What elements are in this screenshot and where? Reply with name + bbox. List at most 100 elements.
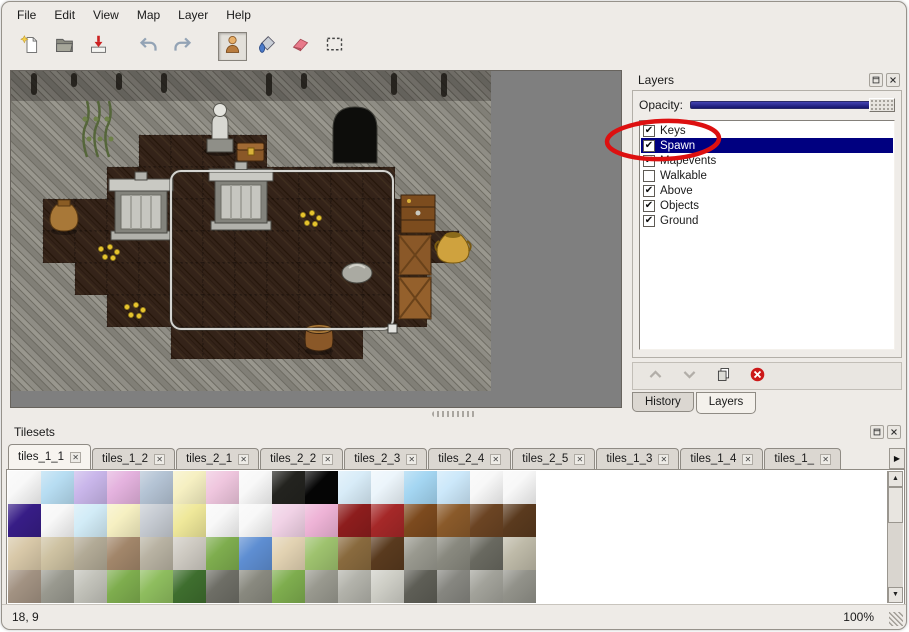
layer-row-ground[interactable]: ✔Ground — [641, 213, 893, 228]
palette-tile[interactable] — [437, 471, 470, 504]
close-tilesets-button[interactable] — [887, 425, 901, 439]
palette-tile[interactable] — [74, 504, 107, 537]
open-button[interactable] — [50, 32, 79, 61]
opacity-slider-track[interactable] — [690, 101, 893, 109]
dock-tab-history[interactable]: History — [632, 392, 694, 412]
scroll-up-icon[interactable]: ▲ — [888, 471, 903, 487]
palette-tile[interactable] — [371, 471, 404, 504]
palette-tile[interactable] — [41, 537, 74, 570]
palette-tile[interactable] — [173, 570, 206, 603]
layer-checkbox-above[interactable]: ✔ — [643, 185, 655, 197]
tileset-tab-tiles_1_[interactable]: tiles_1_✕ — [764, 448, 841, 469]
tab-close-icon[interactable]: ✕ — [238, 454, 249, 465]
tileset-tab-tiles_2_1[interactable]: tiles_2_1✕ — [176, 448, 259, 469]
tabs-scroll-right-button[interactable]: ▶ — [889, 448, 905, 469]
palette-tile[interactable] — [107, 504, 140, 537]
palette-tile[interactable] — [41, 471, 74, 504]
palette-tile[interactable] — [140, 537, 173, 570]
float-tilesets-button[interactable] — [870, 425, 884, 439]
palette-tile[interactable] — [437, 537, 470, 570]
layer-row-walkable[interactable]: Walkable — [641, 168, 893, 183]
palette-tile[interactable] — [272, 504, 305, 537]
layer-row-above[interactable]: ✔Above — [641, 183, 893, 198]
tab-close-icon[interactable]: ✕ — [658, 454, 669, 465]
tileset-tab-tiles_2_2[interactable]: tiles_2_2✕ — [260, 448, 343, 469]
tileset-tab-tiles_2_4[interactable]: tiles_2_4✕ — [428, 448, 511, 469]
float-panel-button[interactable] — [869, 73, 883, 87]
redo-button[interactable] — [168, 32, 197, 61]
tileset-tab-tiles_1_2[interactable]: tiles_1_2✕ — [92, 448, 175, 469]
palette-tile[interactable] — [173, 537, 206, 570]
stamp-button[interactable] — [218, 32, 247, 61]
palette-tile[interactable] — [404, 570, 437, 603]
scroll-down-icon[interactable]: ▼ — [888, 587, 903, 603]
palette-tile[interactable] — [8, 537, 41, 570]
map-view[interactable] — [11, 71, 491, 391]
palette-tile[interactable] — [41, 570, 74, 603]
palette-scrollbar[interactable]: ▲ ▼ — [887, 471, 903, 603]
tab-close-icon[interactable]: ✕ — [70, 452, 81, 463]
tab-close-icon[interactable]: ✕ — [820, 454, 831, 465]
palette-tile[interactable] — [470, 570, 503, 603]
tab-close-icon[interactable]: ✕ — [490, 454, 501, 465]
palette-tile[interactable] — [305, 504, 338, 537]
duplicate-layer-button[interactable] — [713, 366, 733, 386]
move-layer-down-button[interactable] — [679, 366, 699, 386]
palette-tile[interactable] — [503, 570, 536, 603]
palette-tile[interactable] — [437, 570, 470, 603]
palette-tile[interactable] — [107, 537, 140, 570]
palette-tile[interactable] — [338, 471, 371, 504]
close-panel-button[interactable] — [886, 73, 900, 87]
eraser-button[interactable] — [286, 32, 315, 61]
palette-tile[interactable] — [338, 570, 371, 603]
palette-tile[interactable] — [107, 570, 140, 603]
tab-close-icon[interactable]: ✕ — [406, 454, 417, 465]
palette-tile[interactable] — [437, 504, 470, 537]
menu-item-map[interactable]: Map — [128, 4, 169, 26]
palette-tile[interactable] — [371, 537, 404, 570]
palette-tile[interactable] — [503, 504, 536, 537]
tileset-tab-tiles_1_3[interactable]: tiles_1_3✕ — [596, 448, 679, 469]
palette-tile[interactable] — [74, 537, 107, 570]
palette-tile[interactable] — [74, 570, 107, 603]
new-button[interactable] — [16, 32, 45, 61]
save-button[interactable] — [84, 32, 113, 61]
palette-tile[interactable] — [239, 570, 272, 603]
palette-tile[interactable] — [371, 570, 404, 603]
layer-checkbox-walkable[interactable] — [643, 170, 655, 182]
palette-tile[interactable] — [74, 471, 107, 504]
palette-tile[interactable] — [338, 504, 371, 537]
palette-tile[interactable] — [239, 504, 272, 537]
palette-tile[interactable] — [305, 570, 338, 603]
layer-checkbox-ground[interactable]: ✔ — [643, 215, 655, 227]
tab-close-icon[interactable]: ✕ — [322, 454, 333, 465]
palette-tile[interactable] — [470, 537, 503, 570]
palette-tile[interactable] — [8, 504, 41, 537]
palette-tile[interactable] — [338, 537, 371, 570]
layer-row-objects[interactable]: ✔Objects — [641, 198, 893, 213]
menu-item-layer[interactable]: Layer — [169, 4, 217, 26]
tab-close-icon[interactable]: ✕ — [154, 454, 165, 465]
palette-tile[interactable] — [173, 471, 206, 504]
splitter-handle[interactable] — [432, 411, 476, 417]
palette-tile[interactable] — [404, 471, 437, 504]
layer-row-mapevents[interactable]: ✔Mapevents — [641, 153, 893, 168]
palette-tile[interactable] — [272, 570, 305, 603]
palette-tile[interactable] — [371, 504, 404, 537]
palette-tile[interactable] — [470, 504, 503, 537]
tileset-tab-tiles_2_5[interactable]: tiles_2_5✕ — [512, 448, 595, 469]
menu-item-view[interactable]: View — [84, 4, 128, 26]
layer-checkbox-spawn[interactable]: ✔ — [643, 140, 655, 152]
select-button[interactable] — [320, 32, 349, 61]
opacity-slider[interactable] — [690, 97, 895, 113]
menu-item-file[interactable]: File — [8, 4, 45, 26]
palette-tile[interactable] — [239, 471, 272, 504]
palette-tile[interactable] — [503, 471, 536, 504]
palette-tile[interactable] — [404, 537, 437, 570]
menu-item-edit[interactable]: Edit — [45, 4, 84, 26]
palette-tile[interactable] — [206, 570, 239, 603]
layer-checkbox-mapevents[interactable]: ✔ — [643, 155, 655, 167]
palette-tile[interactable] — [470, 471, 503, 504]
undo-button[interactable] — [134, 32, 163, 61]
tileset-tab-tiles_2_3[interactable]: tiles_2_3✕ — [344, 448, 427, 469]
